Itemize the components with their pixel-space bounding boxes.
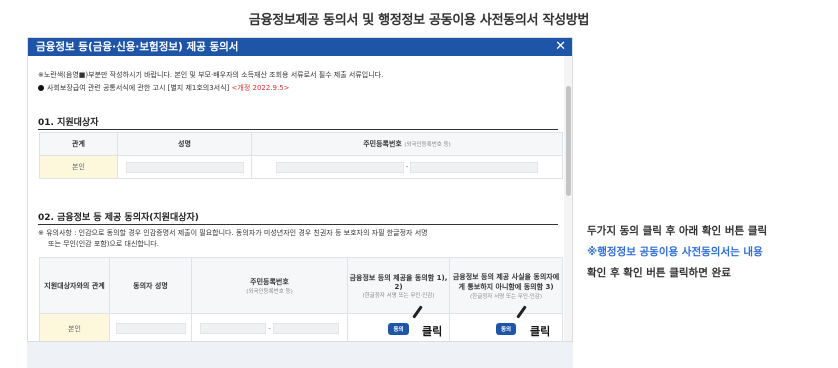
col-header-rrn-label: 주민등록번호 [363, 140, 402, 148]
consenter-rrn-front-input[interactable] [200, 323, 267, 334]
instruction-line2: ※행정정보 공동이용 사전동의서는 내용 [587, 246, 763, 258]
col-header-rrn-sub: (외국인등록번호 등) [404, 142, 451, 148]
col-header-consent2: 금융정보 등의 제공 사실을 동의자에게 통보하지 아니함에 동의함 3) (한… [449, 257, 563, 314]
page-title: 금융정보제공 동의서 및 행정정보 공동이용 사전동의서 작성방법 [248, 13, 590, 28]
consenter-relation: 본인 [39, 313, 110, 341]
col-header-consent2-sub: (한글정자 서명 또는 무인·인감) [469, 293, 542, 300]
bullet-icon [38, 85, 44, 91]
applicant-relation: 본인 [39, 155, 118, 179]
note-form-reference: 사회보장급여 관련 공통서식에 관한 고시 [별지 제1호의3서식] <개정 2… [38, 83, 290, 93]
section1-title: 01. 지원대상자 [38, 118, 99, 128]
click-label-1: 클릭 [422, 325, 443, 338]
col-header-consenter-name: 동의자 성명 [109, 257, 192, 314]
consenter-name-input[interactable] [115, 323, 186, 334]
consent1-button[interactable]: 동의 [388, 322, 409, 335]
applicant-rrn-back-input[interactable] [410, 161, 539, 173]
consent-modal: 금융정보 등(금융·신용·보험정보) 제공 동의서 ✕ ※노란색(음영■)부분만… [27, 37, 573, 342]
applicant-name-cell [117, 155, 252, 179]
col-header-consent1-label: 금융정보 등의 제공을 동의함 1), 2) [349, 273, 448, 291]
caution-line2: 또는 무인(인감 포함)으로 대신합니다. [48, 240, 159, 248]
rrn-dash2: - [268, 324, 271, 333]
instruction-line1: 두가지 동의 클릭 후 아래 확인 버튼 클릭 [587, 225, 768, 237]
scrollbar-thumb[interactable] [566, 86, 571, 196]
consenter-table: 지원대상자와의 관계 동의자 성명 주민등록번호 (외국인등록번호 등) 금융정… [39, 257, 563, 341]
consenter-rrn-back-input[interactable] [272, 323, 339, 334]
caution-line1: ※ 유의사항 : 인감으로 동의할 경우 인감증명서 제출이 필요합니다. 동의… [38, 229, 428, 237]
rrn-dash: - [405, 163, 409, 171]
close-icon[interactable]: ✕ [555, 38, 566, 56]
col-header-rrn2-sub: (외국인등록번호 등) [246, 288, 293, 295]
consenter-rrn-cell: - [191, 313, 348, 341]
note-yellow-fields: ※노란색(음영■)부분만 작성하시기 바랍니다. 본인 및 부모·배우자의 소득… [38, 71, 384, 79]
instruction-line3: 확인 후 확인 버튼 클릭하면 완료 [587, 267, 731, 279]
col-header-name: 성명 [117, 132, 252, 156]
note-revision-date: <개정 2022.9.5> [231, 84, 290, 92]
applicant-rrn-front-input[interactable] [275, 161, 404, 173]
applicant-table: 관계 성명 주민등록번호 (외국인등록번호 등) 본인 - [39, 132, 563, 179]
section1-divider [38, 129, 558, 130]
click-label-2: 클릭 [530, 325, 551, 338]
scrollbar[interactable] [564, 56, 572, 341]
col-header-relation2: 지원대상자와의 관계 [39, 257, 110, 314]
col-header-consent1-sub: (한글정자 서명 또는 무인·인감) [362, 292, 435, 299]
consent2-button[interactable]: 동의 [495, 322, 517, 335]
consenter-name-cell [109, 313, 192, 341]
applicant-rrn-cell: - [251, 155, 563, 179]
col-header-rrn2-label: 주민등록번호 [250, 277, 289, 286]
applicant-name-input[interactable] [125, 161, 244, 173]
col-header-consent1: 금융정보 등의 제공을 동의함 1), 2) (한글정자 서명 또는 무인·인감… [347, 257, 450, 314]
modal-title: 금융정보 등(금융·신용·보험정보) 제공 동의서 [36, 41, 239, 53]
section2-divider [38, 224, 558, 225]
modal-header: 금융정보 등(금융·신용·보험정보) 제공 동의서 ✕ [28, 38, 572, 56]
col-header-rrn: 주민등록번호 (외국인등록번호 등) [251, 132, 563, 156]
note-form-reference-text: 사회보장급여 관련 공통서식에 관한 고시 [별지 제1호의3서식] [47, 84, 230, 92]
section2-title: 02. 금융정보 등 제공 동의자(지원대상자) [38, 213, 199, 223]
instruction-panel: 두가지 동의 클릭 후 아래 확인 버튼 클릭 ※행정정보 공동이용 사전동의서… [587, 221, 832, 284]
col-header-relation: 관계 [39, 132, 118, 156]
col-header-consent2-label: 금융정보 등의 제공 사실을 동의자에게 통보하지 아니함에 동의함 3) [452, 272, 560, 291]
col-header-rrn2: 주민등록번호 (외국인등록번호 등) [191, 257, 348, 314]
modal-bottom-fade [27, 342, 573, 368]
